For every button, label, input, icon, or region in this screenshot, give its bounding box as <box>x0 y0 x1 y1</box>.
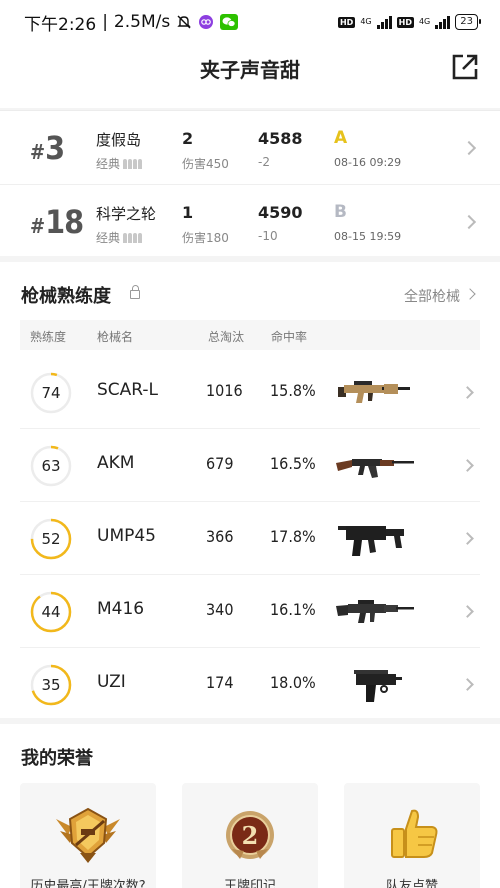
section-title: 枪械熟练度 <box>21 286 111 307</box>
honor-label: 王牌印记 <box>223 879 276 888</box>
weapon-row[interactable]: 74 SCAR-L 1016 15.8% <box>0 356 500 429</box>
ace-badge-icon <box>56 807 120 863</box>
proficiency-value: 52 <box>41 530 61 548</box>
honors-section: 我的荣誉 历史最高/王牌次数? 2 王牌印记 队友点赞 <box>0 724 500 888</box>
weapon-name: UZI <box>97 672 126 692</box>
match-rank: #18 <box>30 203 84 241</box>
weapon-row[interactable]: 63 AKM 679 16.5% <box>0 429 500 502</box>
page-title: 夹子声音甜 <box>200 58 300 82</box>
chevron-right-icon <box>461 140 477 156</box>
share-button[interactable] <box>450 52 480 82</box>
signal-icon <box>435 15 451 29</box>
match-kills: 2 <box>182 129 194 148</box>
proficiency-value: 44 <box>41 603 61 621</box>
weapon-row[interactable]: 44 M416 340 16.1% <box>0 575 500 648</box>
weapon-kills: 366 <box>206 527 234 546</box>
match-mode: 经典 <box>96 229 143 246</box>
match-kills: 1 <box>182 203 194 222</box>
honor-label: 队友点赞 <box>385 879 438 888</box>
match-mode: 经典 <box>96 155 143 172</box>
chevron-right-icon <box>461 605 474 618</box>
share-icon <box>452 54 478 80</box>
weapon-accuracy: 16.1% <box>270 600 316 619</box>
match-map: 度假岛 <box>96 131 142 149</box>
squad-icon <box>123 232 143 243</box>
match-rating-delta: -10 <box>258 229 278 243</box>
column-header-kills: 总淘汰 <box>208 330 245 344</box>
ace-mark-number: 2 <box>242 821 259 850</box>
weapon-row[interactable]: 52 UMP45 366 17.8% <box>0 502 500 575</box>
honor-card-ace-record[interactable]: 历史最高/王牌次数? <box>20 783 156 888</box>
match-rank: #3 <box>30 129 65 167</box>
honor-card-teammate-likes[interactable]: 队友点赞 <box>344 783 480 888</box>
hd-icon: HD <box>396 16 414 28</box>
table-header: 熟练度 枪械名 总淘汰 命中率 <box>20 320 480 350</box>
weapon-name: AKM <box>97 453 135 473</box>
weapon-kills: 340 <box>206 600 234 619</box>
section-title: 我的荣誉 <box>21 748 93 769</box>
proficiency-value: 35 <box>41 676 61 694</box>
chevron-right-icon <box>461 459 474 472</box>
network-speed: 2.5M/s <box>113 12 171 32</box>
ump45-smg-icon <box>338 526 404 556</box>
column-header-proficiency: 熟练度 <box>30 330 67 344</box>
match-damage: 伤害450 <box>182 157 229 171</box>
battery-icon: 23 <box>455 14 481 30</box>
akm-rifle-icon <box>336 459 414 478</box>
weapon-name: UMP45 <box>97 526 156 546</box>
chevron-right-icon[interactable] <box>464 288 476 300</box>
chevron-right-icon <box>461 214 477 230</box>
uzi-smg-icon <box>354 670 402 702</box>
weapon-accuracy: 16.5% <box>270 454 316 473</box>
match-row[interactable]: #3 度假岛 经典 2 伤害450 4588 -2 A 08-16 09:29 <box>0 111 500 184</box>
weapon-accuracy: 15.8% <box>270 381 316 400</box>
proficiency-value: 63 <box>41 457 61 475</box>
match-rating: 4588 <box>258 129 303 148</box>
weapon-accuracy: 18.0% <box>270 673 316 692</box>
status-bar: 下午2:26 | 2.5M/s HD 4G HD 4G 23 <box>0 0 500 44</box>
network-type: 4G <box>360 17 372 26</box>
weapon-proficiency-section: 枪械熟练度 全部枪械 熟练度 枪械名 总淘汰 命中率 74 SCAR-L 101… <box>0 262 500 718</box>
clock: 下午2:26 <box>24 14 97 35</box>
squad-icon <box>123 158 143 169</box>
wechat-icon <box>220 14 239 30</box>
column-header-accuracy: 命中率 <box>271 330 308 344</box>
weapon-row[interactable]: 35 UZI 174 18.0% <box>0 648 500 721</box>
match-map: 科学之轮 <box>96 205 157 223</box>
weapon-kills: 679 <box>206 454 234 473</box>
match-date: 08-16 09:29 <box>334 156 402 169</box>
lock-icon <box>130 285 140 299</box>
m416-rifle-icon <box>336 600 414 623</box>
match-rating-delta: -2 <box>258 155 270 169</box>
honor-label: 历史最高/王牌次数? <box>30 879 146 888</box>
match-damage: 伤害180 <box>182 231 229 245</box>
all-weapons-link[interactable]: 全部枪械 <box>404 286 460 306</box>
match-rating: 4590 <box>258 203 303 222</box>
chevron-right-icon <box>461 532 474 545</box>
signal-icon <box>376 15 392 29</box>
proficiency-value: 74 <box>41 384 61 402</box>
mute-bell-icon <box>176 14 192 30</box>
network-type: 4G <box>418 17 431 26</box>
weapon-kills: 1016 <box>206 381 243 400</box>
chevron-right-icon <box>461 678 474 691</box>
match-grade: A <box>334 128 348 148</box>
recent-matches: #3 度假岛 经典 2 伤害450 4588 -2 A 08-16 09:29 … <box>0 110 500 256</box>
thumbs-up-icon <box>391 809 438 858</box>
weapon-name: SCAR-L <box>97 380 159 400</box>
scar-l-rifle-icon <box>338 381 410 403</box>
match-date: 08-15 19:59 <box>334 230 402 243</box>
column-header-name: 枪械名 <box>97 330 134 344</box>
match-row[interactable]: #18 科学之轮 经典 1 伤害180 4590 -10 B 08-15 19:… <box>0 184 500 257</box>
honor-card-ace-mark[interactable]: 2 王牌印记 <box>182 783 318 888</box>
page-header: 夹子声音甜 <box>0 44 500 108</box>
weapon-accuracy: 17.8% <box>270 527 316 546</box>
ace-mark-medal-icon: 2 <box>226 811 274 859</box>
match-grade: B <box>334 202 347 222</box>
chevron-right-icon <box>461 386 474 399</box>
weapon-kills: 174 <box>206 673 234 692</box>
app-notification-icon <box>198 14 214 30</box>
weapon-name: M416 <box>97 599 145 619</box>
hd-icon: HD <box>337 16 356 28</box>
